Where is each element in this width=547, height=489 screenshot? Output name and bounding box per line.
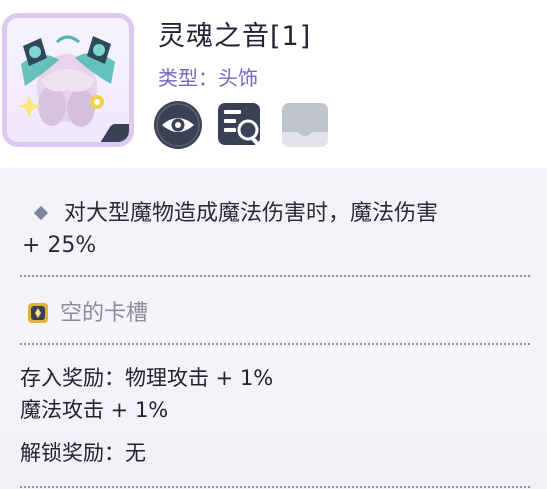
detail-search-icon[interactable] (216, 100, 266, 150)
deposit-reward-line-1: 存入奖励：物理攻击 + 1% (20, 366, 274, 390)
headgear-icon (18, 35, 115, 127)
effect-line-1: 对大型魔物造成魔法伤害时，魔法伤害 (64, 201, 439, 226)
item-type: 类型：头饰 (158, 66, 258, 90)
card-slot: 空的卡槽 (28, 295, 148, 327)
unlock-reward: 解锁奖励：无 (20, 441, 146, 465)
effect-line-2: + 25% (22, 233, 97, 258)
deposit-reward: 存入奖励：物理攻击 + 1% 魔法攻击 + 1% (20, 362, 520, 426)
divider (20, 275, 530, 277)
bullet-diamond-icon (33, 205, 49, 220)
item-icon (2, 13, 134, 147)
divider (20, 343, 530, 345)
deposit-reward-line-2: 魔法攻击 + 1% (20, 398, 169, 422)
tray-icon[interactable] (280, 100, 330, 150)
card-slot-icon (28, 303, 48, 323)
item-name: 灵魂之音[1] (158, 21, 312, 52)
effect-text: 对大型魔物造成魔法伤害时，魔法伤害 + 25% (22, 198, 537, 262)
card-slot-label: 空的卡槽 (60, 301, 149, 326)
divider (20, 486, 530, 488)
eye-icon[interactable] (153, 100, 203, 150)
